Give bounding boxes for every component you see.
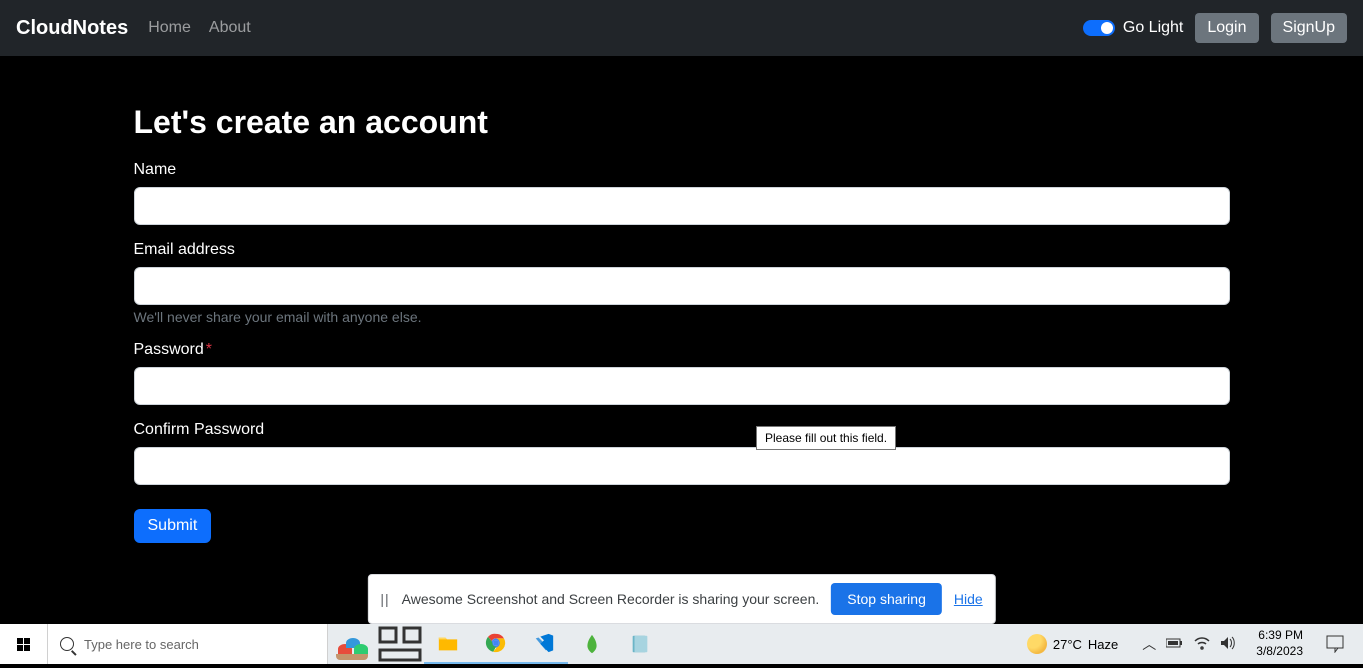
wifi-icon[interactable]: [1194, 636, 1210, 653]
chrome-icon[interactable]: [472, 624, 520, 664]
pause-icon: ||: [380, 591, 389, 607]
password-field[interactable]: [134, 367, 1230, 405]
start-button[interactable]: [0, 624, 48, 664]
required-star-icon: *: [206, 341, 212, 358]
share-bar-text: Awesome Screenshot and Screen Recorder i…: [402, 591, 820, 607]
nav-links: Home About: [148, 19, 251, 37]
signup-form: Name Email address We'll never share you…: [134, 161, 1230, 543]
password-label: Password*: [134, 341, 1230, 359]
theme-toggle[interactable]: [1083, 20, 1115, 36]
nav-about-link[interactable]: About: [209, 19, 251, 37]
file-explorer-icon[interactable]: [424, 624, 472, 664]
signup-button[interactable]: SignUp: [1271, 13, 1347, 43]
weather-temp: 27°C: [1053, 637, 1082, 652]
theme-toggle-label: Go Light: [1123, 19, 1183, 37]
toggle-knob: [1101, 22, 1113, 34]
windows-icon: [17, 638, 30, 651]
email-field[interactable]: [134, 267, 1230, 305]
pinned-apps: [328, 624, 664, 664]
name-group: Name: [134, 161, 1230, 225]
hide-share-button[interactable]: Hide: [954, 591, 983, 607]
search-icon: [60, 637, 74, 651]
confirm-group: Confirm Password: [134, 421, 1230, 485]
taskbar-search[interactable]: Type here to search: [48, 624, 328, 664]
notes-app-icon[interactable]: [616, 624, 664, 664]
password-group: Password*: [134, 341, 1230, 405]
notifications-icon[interactable]: [1315, 624, 1355, 664]
weather-desc: Haze: [1088, 637, 1118, 652]
email-group: Email address We'll never share your ema…: [134, 241, 1230, 325]
main-container: Let's create an account Name Email addre…: [134, 56, 1230, 543]
weather-widget[interactable]: 27°C Haze: [1015, 634, 1130, 654]
screen-share-bar: || Awesome Screenshot and Screen Recorde…: [367, 574, 995, 624]
volume-icon[interactable]: [1220, 636, 1236, 653]
windows-taskbar: Type here to search 27°C Haze: [0, 624, 1363, 664]
navbar: CloudNotes Home About Go Light Login Sig…: [0, 0, 1363, 56]
confirm-password-field[interactable]: [134, 447, 1230, 485]
name-label: Name: [134, 161, 1230, 179]
search-placeholder: Type here to search: [84, 637, 199, 652]
vscode-icon[interactable]: [520, 624, 568, 664]
email-label: Email address: [134, 241, 1230, 259]
holi-widget-icon[interactable]: [328, 624, 376, 664]
sun-icon: [1027, 634, 1047, 654]
battery-icon[interactable]: [1166, 636, 1184, 652]
nav-right: Go Light Login SignUp: [1083, 13, 1347, 43]
brand-logo[interactable]: CloudNotes: [16, 17, 128, 40]
date-text: 3/8/2023: [1256, 644, 1303, 660]
page-title: Let's create an account: [134, 104, 1230, 141]
task-view-icon[interactable]: [376, 624, 424, 664]
mongodb-icon[interactable]: [568, 624, 616, 664]
name-field[interactable]: [134, 187, 1230, 225]
submit-button[interactable]: Submit: [134, 509, 212, 543]
nav-home-link[interactable]: Home: [148, 19, 191, 37]
tray-icons: ︿: [1134, 634, 1244, 654]
time-text: 6:39 PM: [1256, 628, 1303, 644]
password-label-text: Password: [134, 341, 204, 358]
clock[interactable]: 6:39 PM 3/8/2023: [1248, 628, 1311, 659]
validation-tooltip: Please fill out this field.: [756, 426, 896, 450]
nav-left: CloudNotes Home About: [16, 17, 251, 40]
theme-toggle-wrap: Go Light: [1083, 19, 1183, 37]
chevron-up-icon[interactable]: ︿: [1142, 634, 1156, 654]
email-help-text: We'll never share your email with anyone…: [134, 309, 1230, 325]
stop-sharing-button[interactable]: Stop sharing: [831, 583, 942, 615]
login-button[interactable]: Login: [1195, 13, 1258, 43]
confirm-label: Confirm Password: [134, 421, 1230, 439]
system-tray: 27°C Haze ︿ 6:39 PM 3/8/2023: [1015, 624, 1363, 664]
